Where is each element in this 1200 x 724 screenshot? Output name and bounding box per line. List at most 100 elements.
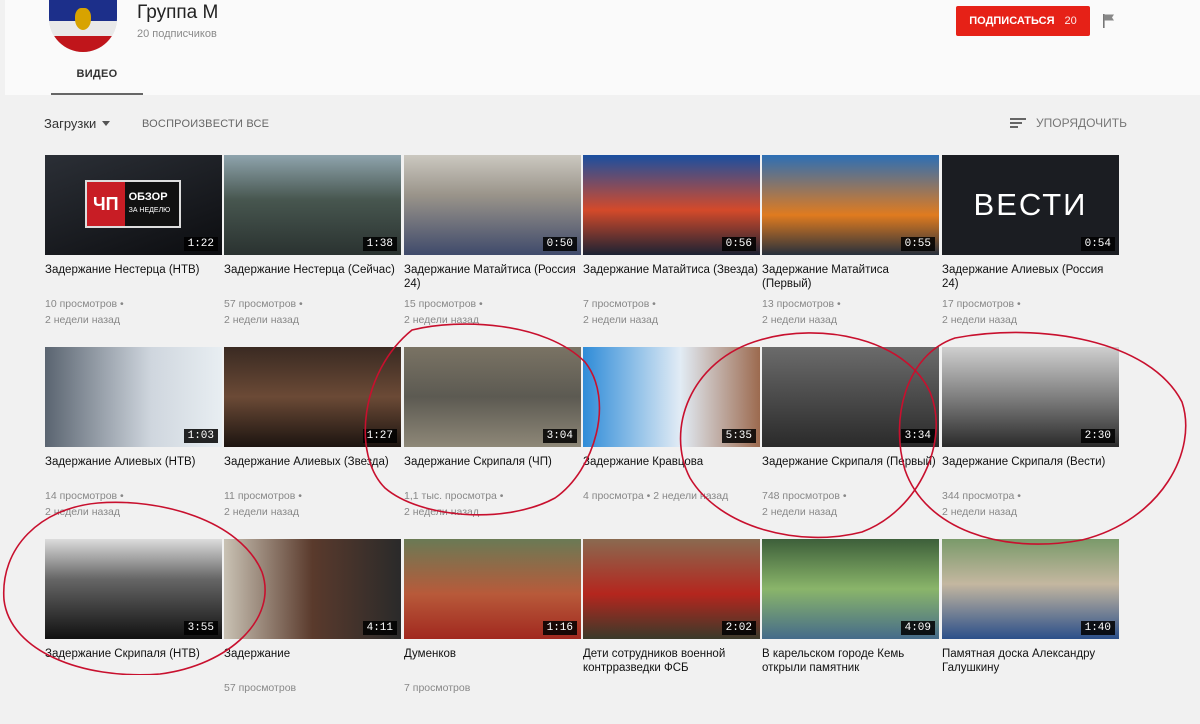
video-thumbnail[interactable]: 0:50 (404, 155, 581, 255)
video-thumbnail[interactable]: 1:27 (224, 347, 401, 447)
video-views: 748 просмотров • (762, 490, 847, 502)
video-title[interactable]: Задержание Скрипаля (НТВ) (45, 647, 222, 661)
video-card[interactable]: 1:27 Задержание Алиевых (Звезда) 11 прос… (224, 347, 401, 532)
video-card[interactable]: 4:11 Задержание 57 просмотров (224, 539, 401, 724)
video-date: 2 недели назад (942, 506, 1017, 518)
video-card[interactable]: 0:55 Задержание Матайтиса (Первый) 13 пр… (762, 155, 939, 340)
subscriber-count: 20 подписчиков (137, 28, 217, 40)
chp-logo-sub: ЗА НЕДЕЛЮ (128, 207, 171, 214)
video-date: 2 недели назад (224, 314, 299, 326)
video-title[interactable]: Задержание Кравцова (583, 455, 760, 469)
video-card[interactable]: ВЕСТИ 0:54 Задержание Алиевых (Россия 24… (942, 155, 1119, 340)
video-views: 57 просмотров • (224, 298, 303, 310)
video-title[interactable]: Задержание Скрипаля (ЧП) (404, 455, 581, 469)
chevron-down-icon (102, 121, 111, 126)
video-duration: 0:56 (721, 237, 756, 251)
video-date: 2 недели назад (404, 314, 479, 326)
video-duration: 3:34 (900, 429, 935, 443)
video-card[interactable]: 3:34 Задержание Скрипаля (Первый) 748 пр… (762, 347, 939, 532)
chp-logo-text: ОБЗОР (128, 191, 168, 203)
video-thumbnail[interactable]: 0:55 (762, 155, 939, 255)
video-date: 2 недели назад (583, 314, 658, 326)
video-card[interactable]: 0:56 Задержание Матайтиса (Звезда) 7 про… (583, 155, 760, 340)
video-card[interactable]: 0:50 Задержание Матайтиса (Россия 24) 15… (404, 155, 581, 340)
video-duration: 0:55 (900, 237, 935, 251)
video-title[interactable]: Памятная доска Александру Галушкину (942, 647, 1119, 675)
video-thumbnail[interactable]: 4:11 (224, 539, 401, 639)
video-title[interactable]: Задержание Матайтиса (Первый) (762, 263, 939, 291)
video-card[interactable]: 1:16 Думенков 7 просмотров (404, 539, 581, 724)
video-duration: 2:02 (721, 621, 756, 635)
video-duration: 3:04 (542, 429, 577, 443)
video-card[interactable]: 3:04 Задержание Скрипаля (ЧП) 1,1 тыс. п… (404, 347, 581, 532)
video-title[interactable]: В карельском городе Кемь открыли памятни… (762, 647, 939, 675)
video-card[interactable]: 1:40 Памятная доска Александру Галушкину (942, 539, 1119, 724)
video-thumbnail[interactable]: 1:03 (45, 347, 222, 447)
video-views: 4 просмотра • 2 недели назад (583, 490, 729, 502)
video-thumbnail[interactable]: 5:35 (583, 347, 760, 447)
video-title[interactable]: Задержание Скрипаля (Первый) (762, 455, 939, 469)
video-duration: 1:03 (183, 429, 218, 443)
video-card[interactable]: 2:30 Задержание Скрипаля (Вести) 344 про… (942, 347, 1119, 532)
video-card[interactable]: 3:55 Задержание Скрипаля (НТВ) (45, 539, 222, 724)
video-thumbnail[interactable]: ЧП ОБЗОР ЗА НЕДЕЛЮ 1:22 (45, 155, 222, 255)
video-duration: 1:40 (1080, 621, 1115, 635)
video-thumbnail[interactable]: 4:09 (762, 539, 939, 639)
video-views: 1,1 тыс. просмотра • (404, 490, 504, 502)
video-thumbnail[interactable]: 3:04 (404, 347, 581, 447)
video-duration: 3:55 (183, 621, 218, 635)
video-title[interactable]: Задержание Нестерца (НТВ) (45, 263, 222, 277)
video-views: 11 просмотров • (224, 490, 302, 502)
subscribe-button[interactable]: ПОДПИСАТЬСЯ 20 (956, 6, 1090, 36)
video-duration: 1:38 (362, 237, 397, 251)
video-views: 13 просмотров • (762, 298, 841, 310)
video-thumbnail[interactable]: 1:38 (224, 155, 401, 255)
video-title[interactable]: Задержание (224, 647, 401, 661)
video-views: 17 просмотров • (942, 298, 1021, 310)
video-date: 2 недели назад (45, 506, 120, 518)
video-card[interactable]: 1:03 Задержание Алиевых (НТВ) 14 просмот… (45, 347, 222, 532)
video-card[interactable]: 1:38 Задержание Нестерца (Сейчас) 57 про… (224, 155, 401, 340)
video-title[interactable]: Задержание Нестерца (Сейчас) (224, 263, 401, 277)
video-title[interactable]: Задержание Скрипаля (Вести) (942, 455, 1119, 469)
video-card[interactable]: 2:02 Дети сотрудников военной контрразве… (583, 539, 760, 724)
channel-avatar[interactable] (49, 0, 117, 52)
video-title[interactable]: Задержание Матайтиса (Россия 24) (404, 263, 581, 291)
video-duration: 1:16 (542, 621, 577, 635)
sort-button[interactable]: УПОРЯДОЧИТЬ (1010, 116, 1127, 130)
video-views: 15 просмотров • (404, 298, 483, 310)
video-thumbnail[interactable]: 3:34 (762, 347, 939, 447)
tab-videos[interactable]: ВИДЕО (51, 60, 143, 95)
video-thumbnail[interactable]: ВЕСТИ 0:54 (942, 155, 1119, 255)
uploads-dropdown-label: Загрузки (44, 116, 97, 131)
video-card[interactable]: ЧП ОБЗОР ЗА НЕДЕЛЮ 1:22 Задержание Нестер… (45, 155, 222, 340)
video-title[interactable]: Задержание Алиевых (Россия 24) (942, 263, 1119, 291)
video-thumbnail[interactable]: 1:16 (404, 539, 581, 639)
video-duration: 0:54 (1080, 237, 1115, 251)
video-duration: 4:11 (362, 621, 397, 635)
video-title[interactable]: Задержание Алиевых (Звезда) (224, 455, 401, 469)
video-card[interactable]: 4:09 В карельском городе Кемь открыли па… (762, 539, 939, 724)
video-thumbnail[interactable]: 0:56 (583, 155, 760, 255)
channel-header: Группа М 20 подписчиков ПОДПИСАТЬСЯ 20 В… (5, 0, 1200, 95)
channel-title[interactable]: Группа М (137, 2, 218, 24)
video-duration: 1:27 (362, 429, 397, 443)
video-card[interactable]: 5:35 Задержание Кравцова 4 просмотра • 2… (583, 347, 760, 532)
flag-icon[interactable] (1102, 13, 1116, 29)
video-thumbnail[interactable]: 3:55 (45, 539, 222, 639)
video-duration: 4:09 (900, 621, 935, 635)
video-thumbnail[interactable]: 2:30 (942, 347, 1119, 447)
video-thumbnail[interactable]: 2:02 (583, 539, 760, 639)
video-title[interactable]: Дети сотрудников военной контрразведки Ф… (583, 647, 760, 675)
video-thumbnail[interactable]: 1:40 (942, 539, 1119, 639)
video-views: 14 просмотров • (45, 490, 124, 502)
video-title[interactable]: Задержание Алиевых (НТВ) (45, 455, 222, 469)
uploads-dropdown[interactable]: Загрузки (44, 116, 111, 131)
video-title[interactable]: Думенков (404, 647, 581, 661)
video-title[interactable]: Задержание Матайтиса (Звезда) (583, 263, 760, 277)
video-duration: 1:22 (183, 237, 218, 251)
play-all-button[interactable]: ВОСПРОИЗВЕСТИ ВСЕ (142, 118, 269, 130)
video-duration: 5:35 (721, 429, 756, 443)
video-views: 10 просмотров • (45, 298, 124, 310)
video-views: 57 просмотров (224, 682, 297, 694)
